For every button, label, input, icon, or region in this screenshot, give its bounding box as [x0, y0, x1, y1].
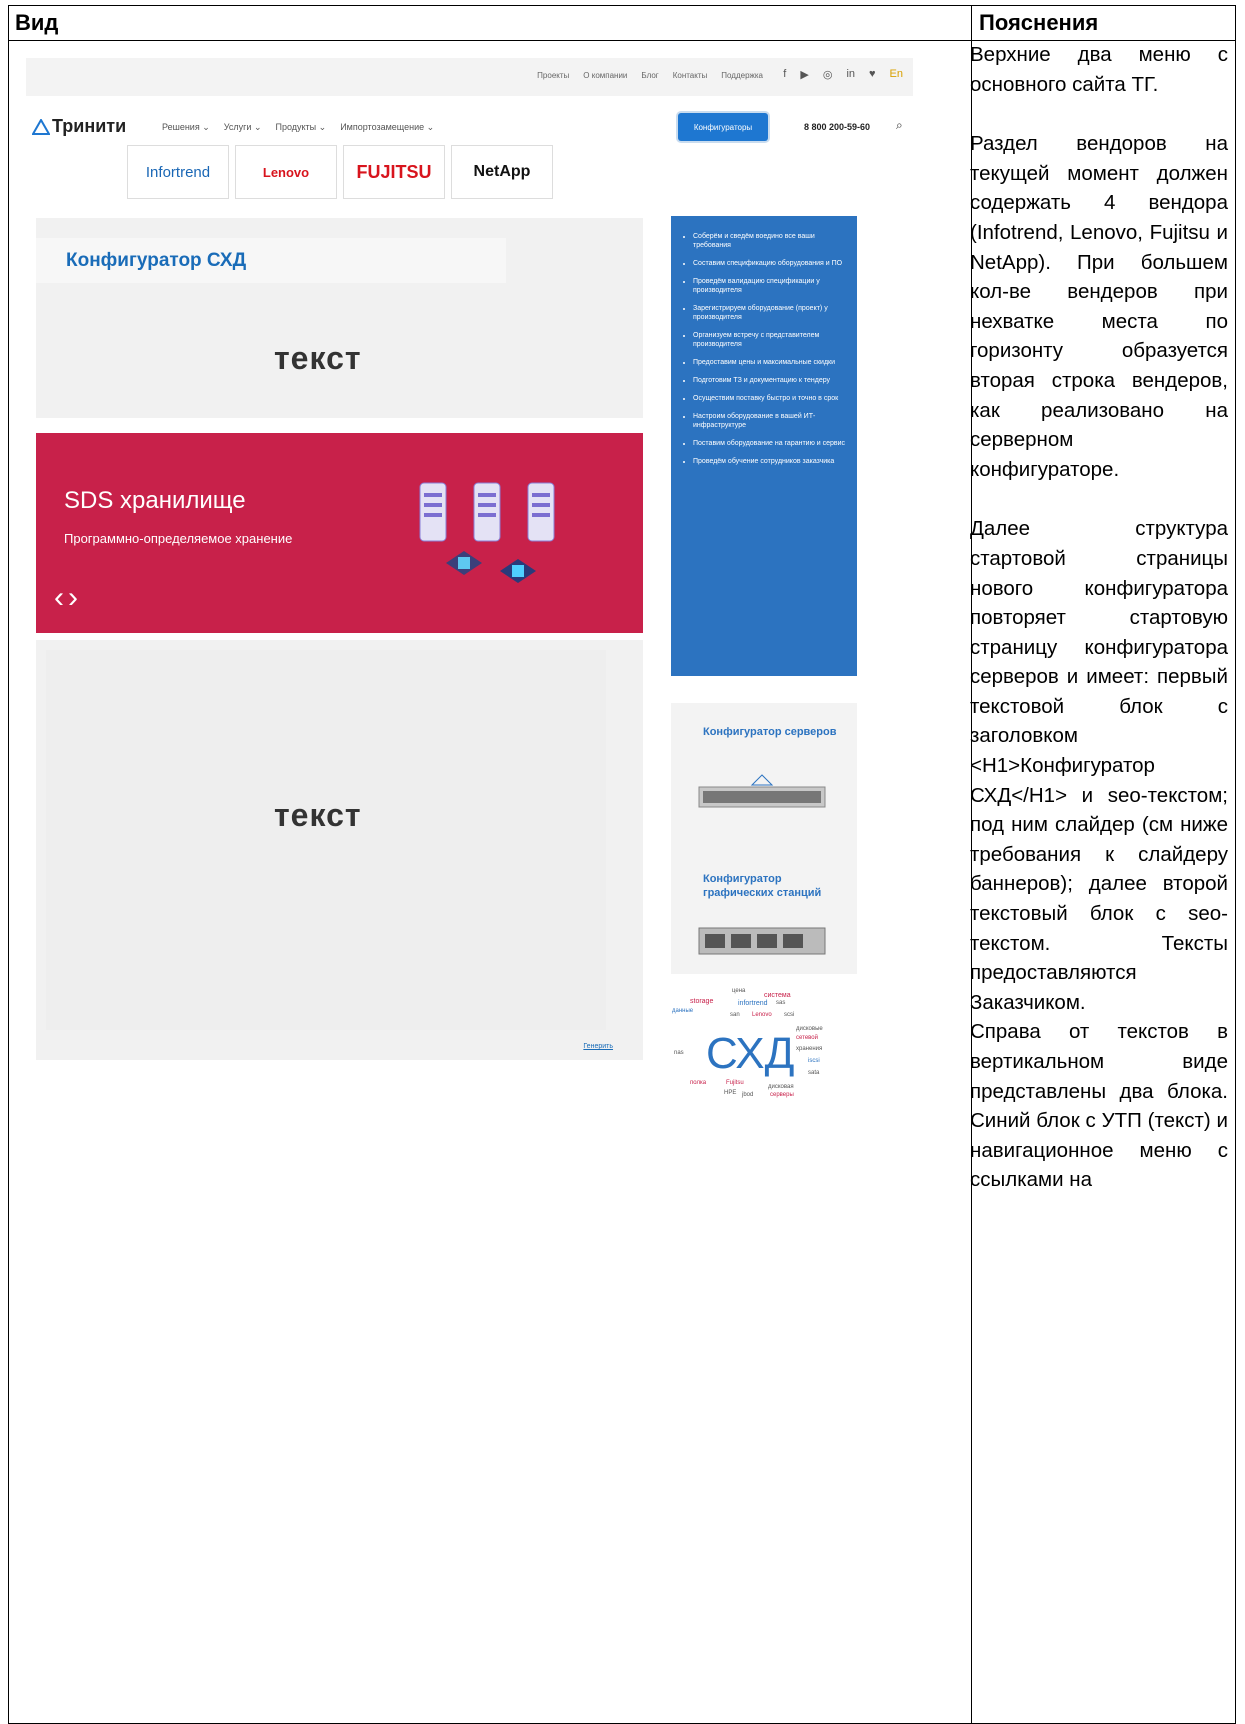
search-icon[interactable]: ⌕: [896, 118, 903, 133]
explanation-paragraph-2: Раздел вендоров на текущей момент должен…: [970, 132, 1228, 481]
cloud-word: система: [764, 992, 791, 999]
lang-switch[interactable]: En: [890, 68, 903, 81]
explanation-paragraph-1: Верхние два меню с основного сайта ТГ.: [970, 43, 1228, 96]
menu-item[interactable]: Решения ⌄: [162, 122, 210, 133]
cloud-word: СХД: [706, 1029, 795, 1078]
cloud-word: iscsi: [808, 1058, 820, 1064]
top-menu-bar: Проекты О компании Блог Контакты Поддерж…: [26, 58, 913, 96]
cloud-word: Lenovo: [752, 1012, 772, 1018]
server-configurator-card[interactable]: Конфигуратор серверов: [671, 703, 857, 851]
word-cloud: цена система storage infortrend sas данные san…: [672, 988, 862, 1128]
menu-item[interactable]: Продукты ⌄: [275, 122, 326, 133]
cloud-word: san: [730, 1012, 740, 1018]
explanation-paragraph-4: Справа от текстов в вертикальном виде пр…: [970, 1020, 1228, 1192]
cloud-word: хранения: [796, 1046, 823, 1052]
server-chassis-icon: [698, 927, 826, 955]
triangle-logo-icon: [32, 118, 50, 135]
top-link[interactable]: О компании: [583, 71, 627, 80]
vendor-fujitsu[interactable]: FUJITSU: [343, 145, 445, 199]
menu-item[interactable]: Услуги ⌄: [224, 122, 262, 133]
header-explanations: Пояснения: [979, 10, 1099, 35]
top-link[interactable]: Блог: [641, 71, 658, 80]
cloud-word: scsi: [784, 1012, 795, 1018]
vendor-lenovo[interactable]: Lenovo: [235, 145, 337, 199]
utp-item[interactable]: Составим спецификацию оборудования и ПО: [693, 259, 849, 268]
menu-item[interactable]: Импортозамещение ⌄: [340, 122, 434, 133]
cloud-word: infortrend: [738, 1000, 768, 1007]
utp-item[interactable]: Проведём валидацию спецификации у произв…: [693, 277, 849, 295]
cloud-word: storage: [690, 998, 714, 1005]
utp-item[interactable]: Поставим оборудование на гарантию и серв…: [693, 439, 849, 448]
generate-link[interactable]: Генерить: [583, 1043, 613, 1050]
vendor-list: Infortrend Lenovo FUJITSU NetApp: [127, 145, 553, 199]
cloud-word: sas: [776, 1000, 786, 1006]
cloud-word: дисковая: [768, 1084, 794, 1090]
servers-illustration-icon: [419, 482, 555, 583]
utp-item[interactable]: Подготовим ТЗ и документацию к тендеру: [693, 376, 849, 385]
text-placeholder: текст: [274, 340, 362, 376]
youtube-icon[interactable]: ▶: [800, 68, 808, 81]
cloud-word: sata: [808, 1070, 820, 1076]
cloud-word: сетевой: [796, 1035, 818, 1041]
cloud-word: полка: [690, 1080, 707, 1086]
vendor-netapp[interactable]: NetApp: [451, 145, 553, 199]
utp-item[interactable]: Настроим оборудование в вашей ИТ-инфраст…: [693, 412, 849, 430]
text-block-2: текст Генерить: [36, 640, 643, 1060]
vendor-infortrend[interactable]: Infortrend: [127, 145, 229, 199]
text-placeholder: текст: [274, 797, 362, 833]
utp-item[interactable]: Проведём обучение сотрудников заказчика: [693, 457, 849, 466]
configurators-button[interactable]: Конфигураторы: [678, 113, 768, 141]
social-icons: f ▶ ◎ in ♥ En: [783, 68, 903, 81]
header-view: Вид: [15, 10, 59, 35]
banner-slider: SDS хранилище Программно-определяемое хр…: [36, 433, 643, 633]
card-title: Конфигуратор серверов: [703, 726, 837, 738]
top-link[interactable]: Контакты: [673, 71, 708, 80]
cloud-word: данные: [672, 1008, 694, 1014]
utp-item[interactable]: Зарегистрируем оборудование (проект) у п…: [693, 304, 849, 322]
twitter-icon[interactable]: ♥: [869, 68, 876, 81]
banner-subtitle: Программно-определяемое хранение: [64, 531, 293, 546]
top-link[interactable]: Проекты: [537, 71, 569, 80]
utp-item[interactable]: Соберём и сведём воедино все ваши требов…: [693, 232, 849, 250]
utp-block: Соберём и сведём воедино все ваши требов…: [671, 216, 857, 676]
cloud-word: jbod: [742, 1092, 754, 1098]
facebook-icon[interactable]: f: [783, 68, 786, 81]
cloud-word: Fujitsu: [726, 1080, 744, 1086]
website-mockup: Проекты О компании Блог Контакты Поддерж…: [26, 48, 938, 1098]
utp-item[interactable]: Осуществим поставку быстро и точно в сро…: [693, 394, 849, 403]
utp-list: Соберём и сведём воедино все ваши требов…: [671, 216, 857, 466]
cloud-word: HPE: [724, 1090, 737, 1096]
top-links: Проекты О компании Блог Контакты Поддерж…: [537, 71, 763, 80]
card-title: Конфигуратор графических станций: [703, 873, 822, 899]
utp-item[interactable]: Предоставим цены и максимальные скидки: [693, 358, 849, 367]
logo[interactable]: Тринити: [32, 116, 126, 137]
top-link[interactable]: Поддержка: [721, 71, 763, 80]
server-rack-icon: [698, 774, 826, 808]
cloud-word: nas: [674, 1050, 684, 1056]
explanation-paragraph-3: Далее структура стартовой страницы новог…: [970, 517, 1228, 1014]
explanation-text: Верхние два меню с основного сайта ТГ. Р…: [970, 40, 1228, 1195]
text-block-2-inner: [46, 650, 606, 1030]
slider-arrows[interactable]: ‹›: [54, 581, 82, 615]
text-block-1: Конфигуратор СХД текст: [36, 218, 643, 418]
cloud-word: серверы: [770, 1092, 794, 1098]
cloud-word: дисковые: [796, 1026, 823, 1032]
page-title: Конфигуратор СХД: [66, 250, 247, 271]
cloud-word: цена: [732, 988, 746, 994]
linkedin-icon[interactable]: in: [846, 68, 855, 81]
utp-item[interactable]: Организуем встречу с представителем прои…: [693, 331, 849, 349]
phone-number[interactable]: 8 800 200-59-60: [804, 122, 870, 132]
graphics-station-card[interactable]: Конфигуратор графических станций: [671, 850, 857, 974]
instagram-icon[interactable]: ◎: [823, 68, 833, 81]
main-menu: Решения ⌄ Услуги ⌄ Продукты ⌄ Импортозам…: [162, 122, 434, 133]
banner-title: SDS хранилище: [64, 487, 246, 514]
logo-text: Тринити: [52, 116, 127, 136]
